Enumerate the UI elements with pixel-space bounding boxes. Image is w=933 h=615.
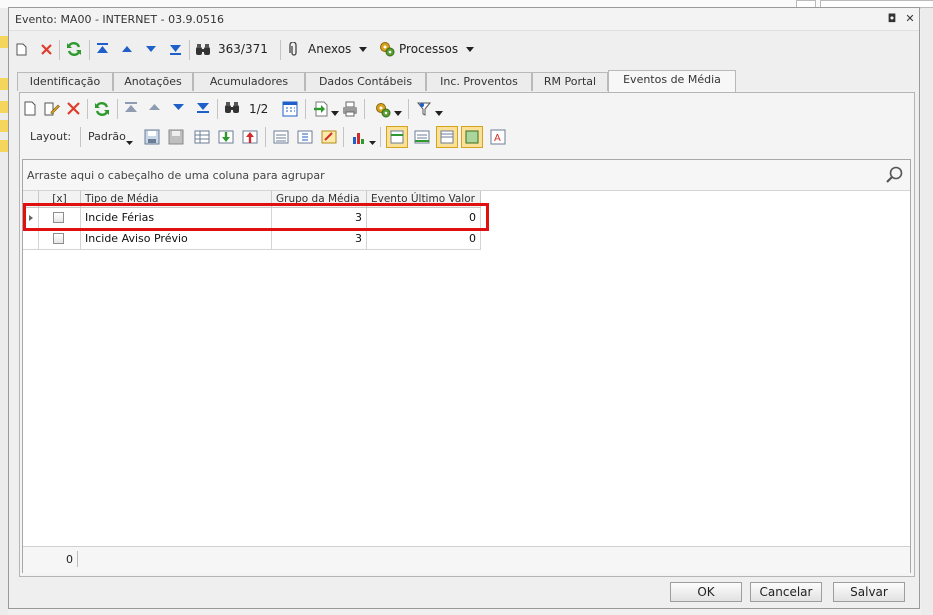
paperclip-icon[interactable] [288,41,300,57]
next-record-icon[interactable] [144,43,158,55]
close-button[interactable]: ✕ [903,12,917,26]
ok-button[interactable]: OK [670,582,742,602]
group-panel-toggle-icon[interactable] [386,126,408,148]
export-layout-icon[interactable] [242,129,258,145]
last-record-icon[interactable] [168,43,182,55]
grid-toolbar: 1/2 [20,97,914,121]
binoculars-icon[interactable] [224,101,240,117]
tab-eventos-de-media[interactable]: Eventos de Média [608,70,736,92]
gears-icon[interactable] [374,101,392,119]
chevron-down-icon[interactable] [331,106,339,116]
window-title: Evento: MA00 - INTERNET - 03.9.0516 [15,13,225,26]
indicator-toggle-icon[interactable] [461,126,483,148]
row-highlight-annotation [23,203,489,231]
edit-icon[interactable] [44,101,60,117]
table-cell-evento[interactable]: 0 [367,229,481,250]
save-layout-icon[interactable] [144,129,160,145]
tab-strip: Identificação Anotações Acumuladores Dad… [17,70,917,92]
delete-icon[interactable] [66,101,82,117]
binoculars-icon[interactable] [195,42,211,56]
calendar-grid-icon[interactable] [282,101,298,117]
refresh-icon[interactable] [94,101,110,117]
data-grid: Arraste aqui o cabeçalho de uma coluna p… [22,159,911,573]
search-icon[interactable] [885,166,903,184]
previous-record-icon[interactable] [120,43,134,55]
footer-count: 0 [66,553,73,566]
gears-icon[interactable] [378,40,396,58]
processos-button[interactable]: Processos [399,41,458,57]
svg-text:A: A [494,133,501,144]
auto-filter-toggle-icon[interactable] [436,126,458,148]
tab-inc-proventos[interactable]: Inc. Proventos [426,72,532,91]
group-by-hint: Arraste aqui o cabeçalho de uma coluna p… [27,169,325,182]
filter-icon[interactable] [416,101,432,117]
tab-dados-contabeis[interactable]: Dados Contábeis [305,72,426,91]
record-counter: 363/371 [218,42,268,56]
table-row-select-cell[interactable] [39,229,81,250]
layout-label: Layout: [30,130,72,143]
previous-record-icon[interactable] [148,101,164,117]
layout-padrao-dropdown[interactable]: Padrão [88,130,126,143]
last-record-icon[interactable] [196,101,212,117]
save-button[interactable]: Salvar [833,582,905,602]
next-record-icon[interactable] [172,101,188,117]
tab-panel-eventos-de-media: 1/2 Layout: Padrão A Arraste aqui o cabe… [19,92,915,577]
chevron-down-icon[interactable] [466,45,474,53]
first-record-icon[interactable] [124,101,140,117]
chevron-down-icon[interactable] [359,45,367,53]
table-layout-icon[interactable] [194,129,210,145]
chart-icon[interactable] [351,129,367,145]
event-dialog: Evento: MA00 - INTERNET - 03.9.0516 ◘ ✕ … [8,7,920,609]
title-bar: Evento: MA00 - INTERNET - 03.9.0516 ◘ ✕ [9,8,919,31]
new-record-icon[interactable] [24,101,40,117]
row-indicator [23,229,39,250]
columns-icon[interactable] [273,129,289,145]
main-toolbar: 363/371 Anexos Processos [9,34,919,64]
text-format-icon[interactable]: A [490,129,506,145]
row-checkbox[interactable] [53,233,64,244]
group-by-panel[interactable]: Arraste aqui o cabeçalho de uma coluna p… [23,160,910,191]
save-as-layout-icon[interactable] [168,129,184,145]
background-window-edge [0,8,8,615]
footer-toggle-icon[interactable] [414,129,430,145]
export-icon[interactable] [313,101,329,117]
restore-button[interactable]: ◘ [885,12,899,26]
table-cell-grupo[interactable]: 3 [272,229,367,250]
new-record-icon[interactable] [15,42,27,56]
tab-rm-portal[interactable]: RM Portal [532,72,608,91]
background-window-edge [921,8,933,615]
import-layout-icon[interactable] [218,129,234,145]
first-record-icon[interactable] [95,43,109,55]
layout-toolbar: Layout: Padrão A [20,125,914,149]
page-counter: 1/2 [249,102,269,116]
sort-icon[interactable] [297,129,313,145]
anexos-button[interactable]: Anexos [308,41,351,57]
cancel-button[interactable]: Cancelar [750,582,822,602]
chevron-down-icon[interactable] [435,106,443,116]
chevron-down-icon[interactable] [394,106,402,116]
chevron-down-icon[interactable] [369,135,376,145]
highlight-rule-icon[interactable] [321,129,337,145]
grid-footer: 0 [23,546,910,573]
print-icon[interactable] [342,101,358,117]
delete-icon[interactable] [39,42,53,56]
refresh-icon[interactable] [66,41,82,57]
tab-acumuladores[interactable]: Acumuladores [193,72,305,91]
tab-anotacoes[interactable]: Anotações [113,72,193,91]
tab-identificacao[interactable]: Identificação [17,72,113,91]
table-cell-tipo[interactable]: Incide Aviso Prévio [81,229,272,250]
chevron-down-icon[interactable] [126,135,133,145]
